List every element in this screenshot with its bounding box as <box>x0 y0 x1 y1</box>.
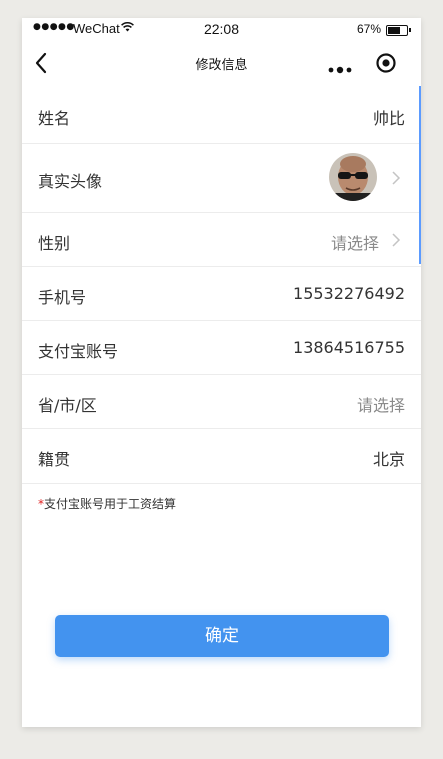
alipay-label: 支付宝账号 <box>38 342 119 361</box>
chevron-right-icon <box>391 170 401 186</box>
region-label: 省/市/区 <box>38 396 97 415</box>
confirm-button[interactable]: 确定 <box>55 615 389 657</box>
chevron-right-icon <box>391 232 401 248</box>
avatar-label: 真实头像 <box>38 172 103 191</box>
record-circle-icon[interactable] <box>375 52 397 74</box>
avatar[interactable] <box>329 153 377 201</box>
form-row-avatar[interactable]: 真实头像 <box>22 144 421 213</box>
phone-label: 手机号 <box>38 288 87 307</box>
status-bar: ●●●●● WeChat 22:08 67% <box>22 18 421 40</box>
alipay-field[interactable]: 13864516755 <box>293 338 405 357</box>
hometown-label: 籍贯 <box>38 450 71 469</box>
name-value[interactable]: 帅比 <box>373 105 405 129</box>
battery-icon <box>386 25 408 36</box>
profile-form: 姓名 帅比 真实头像 性别 请选择 手机号 15532276492 支付宝账号 … <box>22 86 421 484</box>
form-row-name[interactable]: 姓名 帅比 <box>22 86 421 144</box>
form-row-phone[interactable]: 手机号 15532276492 <box>22 267 421 321</box>
gender-select[interactable]: 请选择 <box>331 230 379 254</box>
scroll-indicator <box>419 86 421 264</box>
battery-tip <box>409 28 411 32</box>
phone-field[interactable]: 15532276492 <box>293 284 405 303</box>
nav-bar: 修改信息 <box>22 40 421 86</box>
form-row-region[interactable]: 省/市/区 请选择 <box>22 375 421 429</box>
alipay-note: *支付宝账号用于工资结算 <box>38 495 176 512</box>
battery-level-fill <box>388 27 400 34</box>
hometown-value[interactable]: 北京 <box>373 446 405 470</box>
form-row-alipay[interactable]: 支付宝账号 13864516755 <box>22 321 421 375</box>
region-select[interactable]: 请选择 <box>357 392 405 416</box>
form-row-gender[interactable]: 性别 请选择 <box>22 213 421 267</box>
phone-screen: ●●●●● WeChat 22:08 67% 修改信息 姓名 帅比 真实头像 性… <box>22 18 421 727</box>
battery-percent: 67% <box>357 22 382 36</box>
form-row-hometown[interactable]: 籍贯 北京 <box>22 429 421 484</box>
note-text: 支付宝账号用于工资结算 <box>44 497 177 511</box>
more-dots-icon[interactable] <box>328 59 354 74</box>
gender-label: 性别 <box>38 234 71 253</box>
page-title: 修改信息 <box>195 58 248 73</box>
name-label: 姓名 <box>38 109 71 128</box>
